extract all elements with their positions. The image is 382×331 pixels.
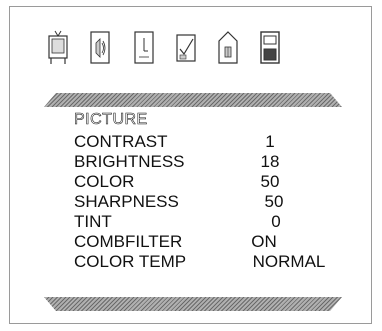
clock-timer-icon[interactable] [133,29,155,67]
menu-item-brightness[interactable]: BRIGHTNESS 18 [74,152,354,172]
menu-item-value: NORMAL [252,252,326,271]
menu-item-value: ON [251,232,277,251]
menu-item-tint[interactable]: TINT 0 [74,212,354,232]
menu-item-label: SHARPNESS [74,192,179,211]
menu-item-label: COLOR [74,172,135,191]
audio-speaker-icon[interactable] [89,29,111,67]
menu-item-sharpness[interactable]: SHARPNESS 50 [74,192,354,212]
menu-top-bar [44,93,342,107]
setup-check-icon[interactable] [175,29,197,67]
menu-item-contrast[interactable]: CONTRAST 1 [74,132,354,152]
menu-item-color[interactable]: COLOR 50 [74,172,354,192]
menu-item-label: CONTRAST [74,132,168,151]
menu-item-value: 50 [260,172,280,191]
menu-item-label: TINT [74,212,112,231]
parental-lock-icon[interactable] [217,29,239,67]
menu-item-label: COMBFILTER [74,232,183,251]
menu-bottom-bar [44,297,342,311]
menu-item-value: 0 [271,212,281,231]
menu-item-value: 50 [264,192,284,211]
menu-item-value: 18 [260,152,280,171]
input-source-icon[interactable] [259,29,281,67]
menu-item-combfilter[interactable]: COMBFILTER ON [74,232,354,252]
tv-picture-icon[interactable] [47,29,69,67]
osd-menu-frame: PICTURE CONTRAST 1 BRIGHTNESS 18 COLOR 5… [9,6,372,324]
menu-item-color-temp[interactable]: COLOR TEMP NORMAL [74,252,354,272]
menu-icon-row [47,29,337,77]
menu-item-label: BRIGHTNESS [74,152,185,171]
menu-item-label: COLOR TEMP [74,252,187,271]
menu-title: PICTURE [74,111,148,129]
menu-item-value: 1 [265,132,275,151]
